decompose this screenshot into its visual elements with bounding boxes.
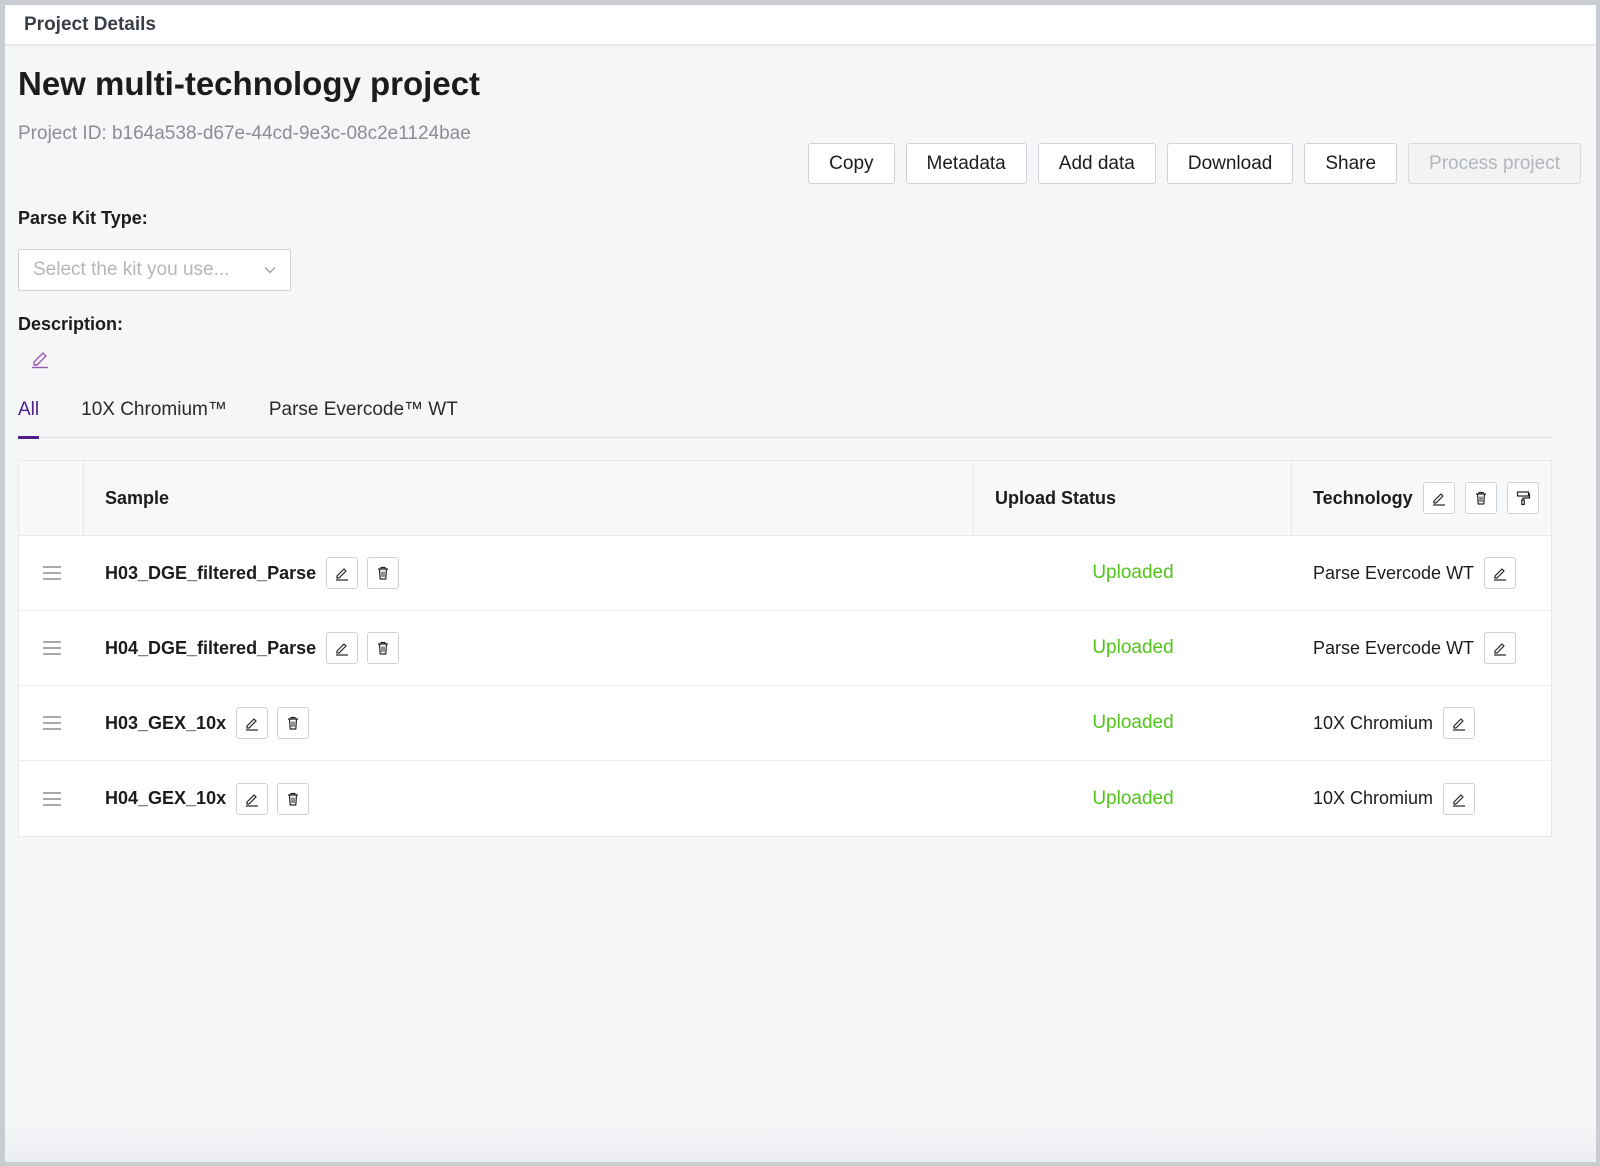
- kit-type-select[interactable]: Select the kit you use...: [18, 249, 291, 291]
- technology-cell: Parse Evercode WT: [1292, 536, 1551, 610]
- pencil-icon: [336, 568, 349, 581]
- table-header: Sample Upload Status Technology: [19, 461, 1551, 536]
- project-id: Project ID: b164a538-d67e-44cd-9e3c-08c2…: [18, 123, 471, 144]
- delete-sample-button[interactable]: [277, 782, 310, 815]
- pencil-icon: [336, 643, 349, 656]
- drag-column-header: [19, 461, 84, 535]
- delete-sample-button[interactable]: [367, 557, 400, 589]
- row-drag-handle[interactable]: [19, 611, 84, 685]
- metadata-button[interactable]: Metadata: [905, 143, 1027, 184]
- pencil-icon: [246, 718, 259, 731]
- edit-sample-button[interactable]: [326, 632, 359, 664]
- table-row: H04_GEX_10x Uploaded 10X Chromium: [19, 761, 1551, 836]
- kit-type-label: Parse Kit Type:: [18, 208, 148, 228]
- row-drag-handle[interactable]: [19, 686, 84, 760]
- upload-status: Uploaded: [1092, 787, 1174, 809]
- edit-sample-button[interactable]: [236, 707, 269, 739]
- process-project-button[interactable]: Process project: [1408, 143, 1581, 184]
- sample-cell: H03_GEX_10x: [84, 686, 974, 760]
- page-title: New multi-technology project: [18, 65, 481, 102]
- technology-cell: 10X Chromium: [1292, 686, 1551, 760]
- bottom-shadow: [5, 1122, 1596, 1162]
- technology-column-header: Technology: [1292, 461, 1551, 535]
- sample-cell: H04_GEX_10x: [84, 761, 974, 836]
- trash-icon: [1475, 491, 1486, 505]
- status-column-header: Upload Status: [974, 461, 1292, 535]
- samples-table: Sample Upload Status Technology H03_DGE_…: [18, 460, 1552, 837]
- technology-cell: 10X Chromium: [1292, 761, 1551, 836]
- technology-cell: Parse Evercode WT: [1292, 611, 1551, 685]
- sample-name: H03_DGE_filtered_Parse: [105, 562, 317, 583]
- bulk-delete-technology-button[interactable]: [1464, 482, 1497, 514]
- app-window: Project Details New multi-technology pro…: [5, 5, 1596, 1162]
- technology-column-label: Technology: [1313, 487, 1413, 508]
- top-bar-title: Project Details: [24, 13, 156, 35]
- tab-10x-chromium[interactable]: 10X Chromium™: [81, 395, 227, 438]
- sample-column-header: Sample: [84, 461, 974, 535]
- format-technology-button[interactable]: [1506, 482, 1539, 514]
- sample-name: H04_GEX_10x: [105, 788, 227, 808]
- sample-name: H03_GEX_10x: [105, 712, 227, 733]
- edit-technology-button[interactable]: [1484, 632, 1517, 664]
- technology-tabs: All 10X Chromium™ Parse Evercode™ WT: [18, 395, 1551, 439]
- pencil-icon: [1432, 493, 1445, 506]
- row-drag-handle[interactable]: [19, 536, 84, 610]
- add-data-button[interactable]: Add data: [1037, 143, 1156, 184]
- table-row: H03_DGE_filtered_Parse Uploaded Parse Ev…: [19, 536, 1551, 611]
- paint-roller-icon: [1516, 491, 1530, 506]
- table-row: H04_DGE_filtered_Parse Uploaded Parse Ev…: [19, 611, 1551, 686]
- technology-name: Parse Evercode WT: [1313, 637, 1475, 658]
- technology-name: 10X Chromium: [1313, 788, 1434, 808]
- upload-status: Uploaded: [1092, 562, 1174, 583]
- pencil-icon: [246, 793, 259, 807]
- copy-button[interactable]: Copy: [808, 143, 895, 184]
- pencil-icon: [1453, 718, 1466, 731]
- chevron-down-icon: [264, 267, 276, 274]
- action-bar: Copy Metadata Add data Download Share Pr…: [808, 143, 1581, 184]
- trash-icon: [288, 716, 299, 730]
- trash-icon: [288, 792, 299, 806]
- description-edit-icon[interactable]: [29, 347, 51, 369]
- edit-technology-button[interactable]: [1443, 707, 1476, 739]
- delete-sample-button[interactable]: [367, 632, 400, 664]
- upload-status: Uploaded: [1092, 637, 1174, 658]
- sample-cell: H03_DGE_filtered_Parse: [84, 536, 974, 610]
- description-label: Description:: [18, 314, 124, 334]
- row-drag-handle[interactable]: [19, 761, 84, 836]
- edit-sample-button[interactable]: [326, 557, 359, 589]
- trash-icon: [378, 566, 389, 580]
- edit-technology-button[interactable]: [1484, 557, 1517, 589]
- table-row: H03_GEX_10x Uploaded 10X Chromium: [19, 686, 1551, 761]
- technology-name: 10X Chromium: [1313, 712, 1434, 733]
- upload-status: Uploaded: [1092, 712, 1174, 733]
- edit-technology-button[interactable]: [1443, 782, 1476, 815]
- edit-sample-button[interactable]: [236, 782, 269, 815]
- tab-parse-evercode[interactable]: Parse Evercode™ WT: [269, 395, 458, 438]
- pencil-icon: [1494, 643, 1507, 656]
- sample-cell: H04_DGE_filtered_Parse: [84, 611, 974, 685]
- technology-name: Parse Evercode WT: [1313, 562, 1475, 583]
- drag-handle-icon: [42, 716, 61, 730]
- trash-icon: [378, 641, 389, 655]
- download-button[interactable]: Download: [1166, 143, 1294, 184]
- pencil-icon: [1494, 568, 1507, 581]
- bulk-edit-technology-button[interactable]: [1422, 482, 1455, 514]
- share-button[interactable]: Share: [1304, 143, 1398, 184]
- tab-all[interactable]: All: [18, 395, 40, 439]
- drag-handle-icon: [42, 791, 61, 806]
- drag-handle-icon: [42, 641, 61, 655]
- kit-type-placeholder: Select the kit you use...: [33, 259, 230, 280]
- sample-name: H04_DGE_filtered_Parse: [105, 637, 317, 658]
- drag-handle-icon: [42, 566, 61, 580]
- pencil-icon: [1453, 793, 1466, 807]
- delete-sample-button[interactable]: [277, 707, 310, 739]
- top-bar: Project Details: [5, 5, 1596, 45]
